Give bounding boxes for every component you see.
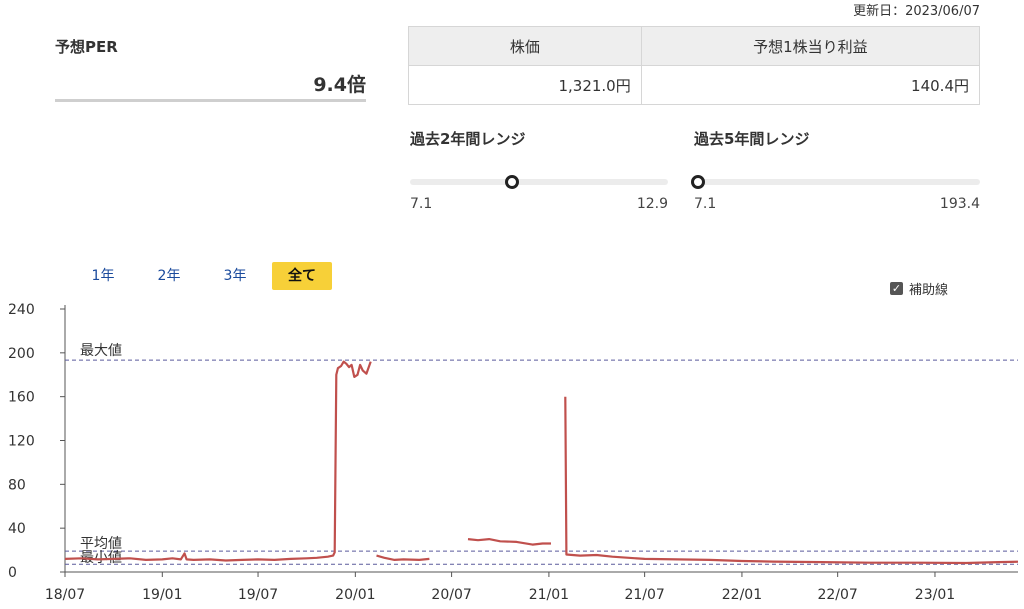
per-label: 予想PER bbox=[55, 38, 118, 56]
y-tick-label: 240 bbox=[8, 302, 35, 318]
range-5year-track bbox=[694, 179, 980, 185]
per-value: 9.4倍 bbox=[313, 74, 366, 96]
per-series-line bbox=[467, 538, 551, 546]
y-tick-label: 0 bbox=[8, 565, 17, 581]
x-tick-label: 18/07 bbox=[45, 587, 85, 603]
kpi-header-row: 株価 予想1株当り利益 bbox=[408, 26, 981, 66]
y-tick-label: 200 bbox=[8, 346, 35, 362]
range-2year: 過去2年間レンジ 7.1 12.9 bbox=[410, 128, 668, 212]
per-underline bbox=[55, 99, 366, 102]
x-tick-label: 19/01 bbox=[142, 587, 182, 603]
y-tick-label: 80 bbox=[8, 477, 26, 493]
range-2year-knob bbox=[505, 175, 520, 189]
x-tick-label: 21/01 bbox=[529, 587, 569, 603]
y-tick-label: 160 bbox=[8, 390, 35, 406]
tab-3year[interactable]: 3年 bbox=[214, 262, 256, 290]
range-5year: 過去5年間レンジ 7.1 193.4 bbox=[690, 128, 980, 212]
y-tick-label: 120 bbox=[8, 434, 35, 450]
per-series-line bbox=[564, 396, 1019, 565]
x-tick-label: 21/07 bbox=[624, 587, 664, 603]
kpi-value-row: 1,321.0円 140.4円 bbox=[408, 65, 981, 105]
x-tick-label: 20/07 bbox=[431, 587, 471, 603]
reference-line-label: 最大値 bbox=[80, 343, 122, 359]
range-2year-track bbox=[410, 179, 668, 185]
range-2year-min: 7.1 bbox=[410, 196, 433, 212]
kpi-table: 株価 予想1株当り利益 1,321.0円 140.4円 bbox=[408, 26, 981, 105]
range-5year-title: 過去5年間レンジ bbox=[694, 130, 810, 148]
price-header: 株価 bbox=[408, 26, 642, 66]
range-2year-max: 12.9 bbox=[636, 196, 668, 212]
price-value: 1,321.0円 bbox=[408, 65, 642, 105]
tab-all[interactable]: 全て bbox=[272, 262, 332, 290]
range-2year-title: 過去2年間レンジ bbox=[410, 130, 526, 148]
eps-value: 140.4円 bbox=[640, 65, 981, 105]
per-series-line bbox=[376, 554, 430, 561]
x-tick-label: 20/01 bbox=[335, 587, 375, 603]
x-tick-label: 22/07 bbox=[817, 587, 857, 603]
y-tick-label: 40 bbox=[8, 521, 26, 537]
tab-1year[interactable]: 1年 bbox=[82, 262, 124, 290]
eps-header: 予想1株当り利益 bbox=[640, 26, 981, 66]
per-series-line bbox=[64, 360, 372, 562]
x-tick-label: 19/07 bbox=[238, 587, 278, 603]
updated-date: 更新日：2023/06/07 bbox=[853, 4, 980, 19]
per-chart: 0 40 80 120 160 200 240 18/07 19/01 19/07 20/01 20/… bbox=[8, 302, 1019, 603]
x-tick-label: 22/01 bbox=[722, 587, 762, 603]
x-tick-label: 23/01 bbox=[915, 587, 955, 603]
range-5year-min: 7.1 bbox=[694, 196, 717, 212]
range-5year-max: 193.4 bbox=[939, 196, 980, 212]
tab-2year[interactable]: 2年 bbox=[148, 262, 190, 290]
range-5year-knob bbox=[690, 175, 705, 189]
